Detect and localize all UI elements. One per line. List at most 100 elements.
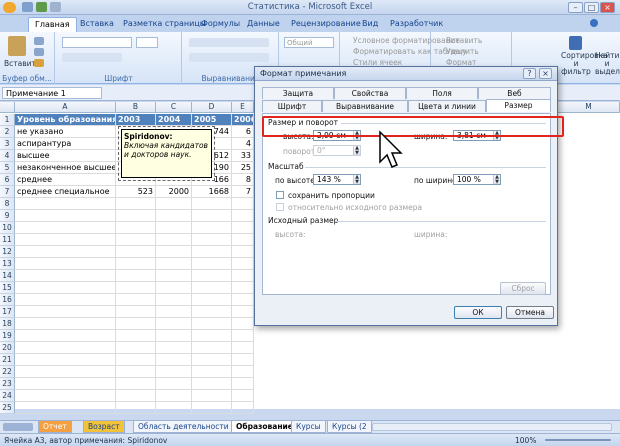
row-header[interactable]: 15 [0, 282, 15, 294]
empty-cell[interactable] [116, 402, 156, 414]
column-header-a[interactable]: A [15, 102, 116, 113]
sheet-tab-report[interactable]: Отчет [38, 421, 72, 433]
empty-cell[interactable] [116, 342, 156, 354]
dialog-close-icon[interactable]: × [539, 68, 552, 79]
table-cell[interactable]: аспирантура [15, 138, 116, 150]
empty-cell[interactable] [232, 318, 254, 330]
empty-cell[interactable] [156, 210, 192, 222]
empty-cell[interactable] [116, 234, 156, 246]
empty-cell[interactable] [156, 306, 192, 318]
empty-cell[interactable] [15, 198, 116, 210]
header-cell[interactable]: 2004 [156, 114, 192, 126]
empty-cell[interactable] [156, 318, 192, 330]
close-icon[interactable]: × [600, 2, 615, 13]
empty-cell[interactable] [192, 198, 232, 210]
tab-home[interactable]: Главная [28, 17, 77, 32]
empty-cell[interactable] [15, 378, 116, 390]
empty-cell[interactable] [192, 306, 232, 318]
empty-cell[interactable] [15, 354, 116, 366]
table-cell[interactable]: 7 [232, 186, 254, 198]
sheet-tab-courses-2[interactable]: Курсы (2 [327, 421, 372, 433]
empty-cell[interactable] [156, 246, 192, 258]
row-header[interactable]: 13 [0, 258, 15, 270]
empty-cell[interactable] [116, 366, 156, 378]
empty-cell[interactable] [192, 210, 232, 222]
table-cell[interactable]: 523 [116, 186, 156, 198]
tab-developer[interactable]: Разработчик [384, 17, 449, 32]
empty-cell[interactable] [232, 294, 254, 306]
name-box[interactable]: Примечание 1 [2, 87, 102, 99]
empty-cell[interactable] [116, 306, 156, 318]
table-cell[interactable]: 2000 [156, 186, 192, 198]
empty-cell[interactable] [15, 390, 116, 402]
empty-cell[interactable] [15, 234, 116, 246]
table-cell[interactable]: 4 [232, 138, 254, 150]
empty-cell[interactable] [116, 198, 156, 210]
empty-cell[interactable] [156, 258, 192, 270]
row-header[interactable]: 5 [0, 162, 15, 174]
paste-icon[interactable] [8, 36, 26, 56]
row-header[interactable]: 19 [0, 330, 15, 342]
row-header[interactable]: 7 [0, 186, 15, 198]
table-cell[interactable]: 1668 [192, 186, 232, 198]
empty-cell[interactable] [192, 282, 232, 294]
empty-cell[interactable] [232, 342, 254, 354]
empty-cell[interactable] [15, 270, 116, 282]
cut-icon[interactable] [34, 37, 44, 45]
zoom-slider[interactable] [545, 439, 611, 441]
column-header-m[interactable]: M [558, 102, 620, 113]
empty-cell[interactable] [116, 270, 156, 282]
empty-cell[interactable] [15, 402, 116, 414]
empty-cell[interactable] [15, 246, 116, 258]
header-cell[interactable]: 2005 [192, 114, 232, 126]
table-cell[interactable]: 6 [232, 126, 254, 138]
table-cell[interactable]: 8 [232, 174, 254, 186]
dialog-tab-margins[interactable]: Поля [406, 87, 478, 99]
empty-cell[interactable] [192, 378, 232, 390]
empty-cell[interactable] [192, 246, 232, 258]
tab-formulas[interactable]: Формулы [195, 17, 246, 32]
row-header[interactable]: 22 [0, 366, 15, 378]
row-header[interactable]: 23 [0, 378, 15, 390]
table-cell[interactable]: незаконченное высшее [15, 162, 116, 174]
font-style-buttons[interactable] [62, 53, 122, 62]
spin-arrows-icon[interactable]: ▲ ▼ [493, 175, 500, 184]
maximize-icon[interactable]: □ [584, 2, 599, 13]
empty-cell[interactable] [192, 222, 232, 234]
empty-cell[interactable] [156, 294, 192, 306]
empty-cell[interactable] [116, 318, 156, 330]
empty-cell[interactable] [116, 294, 156, 306]
minimize-icon[interactable]: – [568, 2, 583, 13]
binoculars-icon[interactable] [569, 36, 582, 50]
dialog-tab-protection[interactable]: Защита [262, 87, 334, 99]
sheet-tab-age[interactable]: Возраст [83, 421, 125, 433]
copy-icon[interactable] [34, 48, 44, 56]
row-header[interactable]: 20 [0, 342, 15, 354]
column-header-c[interactable]: C [156, 102, 192, 113]
header-cell[interactable]: Уровень образования [15, 114, 116, 126]
empty-cell[interactable] [116, 282, 156, 294]
row-header[interactable]: 1 [0, 114, 15, 126]
row-header[interactable]: 4 [0, 150, 15, 162]
font-size-box[interactable] [136, 37, 158, 48]
sheet-tab-courses[interactable]: Курсы [291, 421, 326, 433]
tab-insert[interactable]: Вставка [74, 17, 120, 32]
tab-data[interactable]: Данные [241, 17, 286, 32]
empty-cell[interactable] [192, 390, 232, 402]
row-header[interactable]: 18 [0, 318, 15, 330]
empty-cell[interactable] [15, 318, 116, 330]
row-header[interactable]: 10 [0, 222, 15, 234]
empty-cell[interactable] [116, 354, 156, 366]
empty-cell[interactable] [232, 306, 254, 318]
dialog-tab-colors-lines[interactable]: Цвета и линии [408, 100, 486, 112]
empty-cell[interactable] [192, 342, 232, 354]
empty-cell[interactable] [116, 222, 156, 234]
row-header[interactable]: 2 [0, 126, 15, 138]
select-all-corner[interactable] [0, 102, 15, 113]
empty-cell[interactable] [116, 330, 156, 342]
table-cell[interactable]: 25 [232, 162, 254, 174]
empty-cell[interactable] [192, 294, 232, 306]
empty-cell[interactable] [116, 258, 156, 270]
table-cell[interactable]: 33 [232, 150, 254, 162]
empty-cell[interactable] [156, 234, 192, 246]
